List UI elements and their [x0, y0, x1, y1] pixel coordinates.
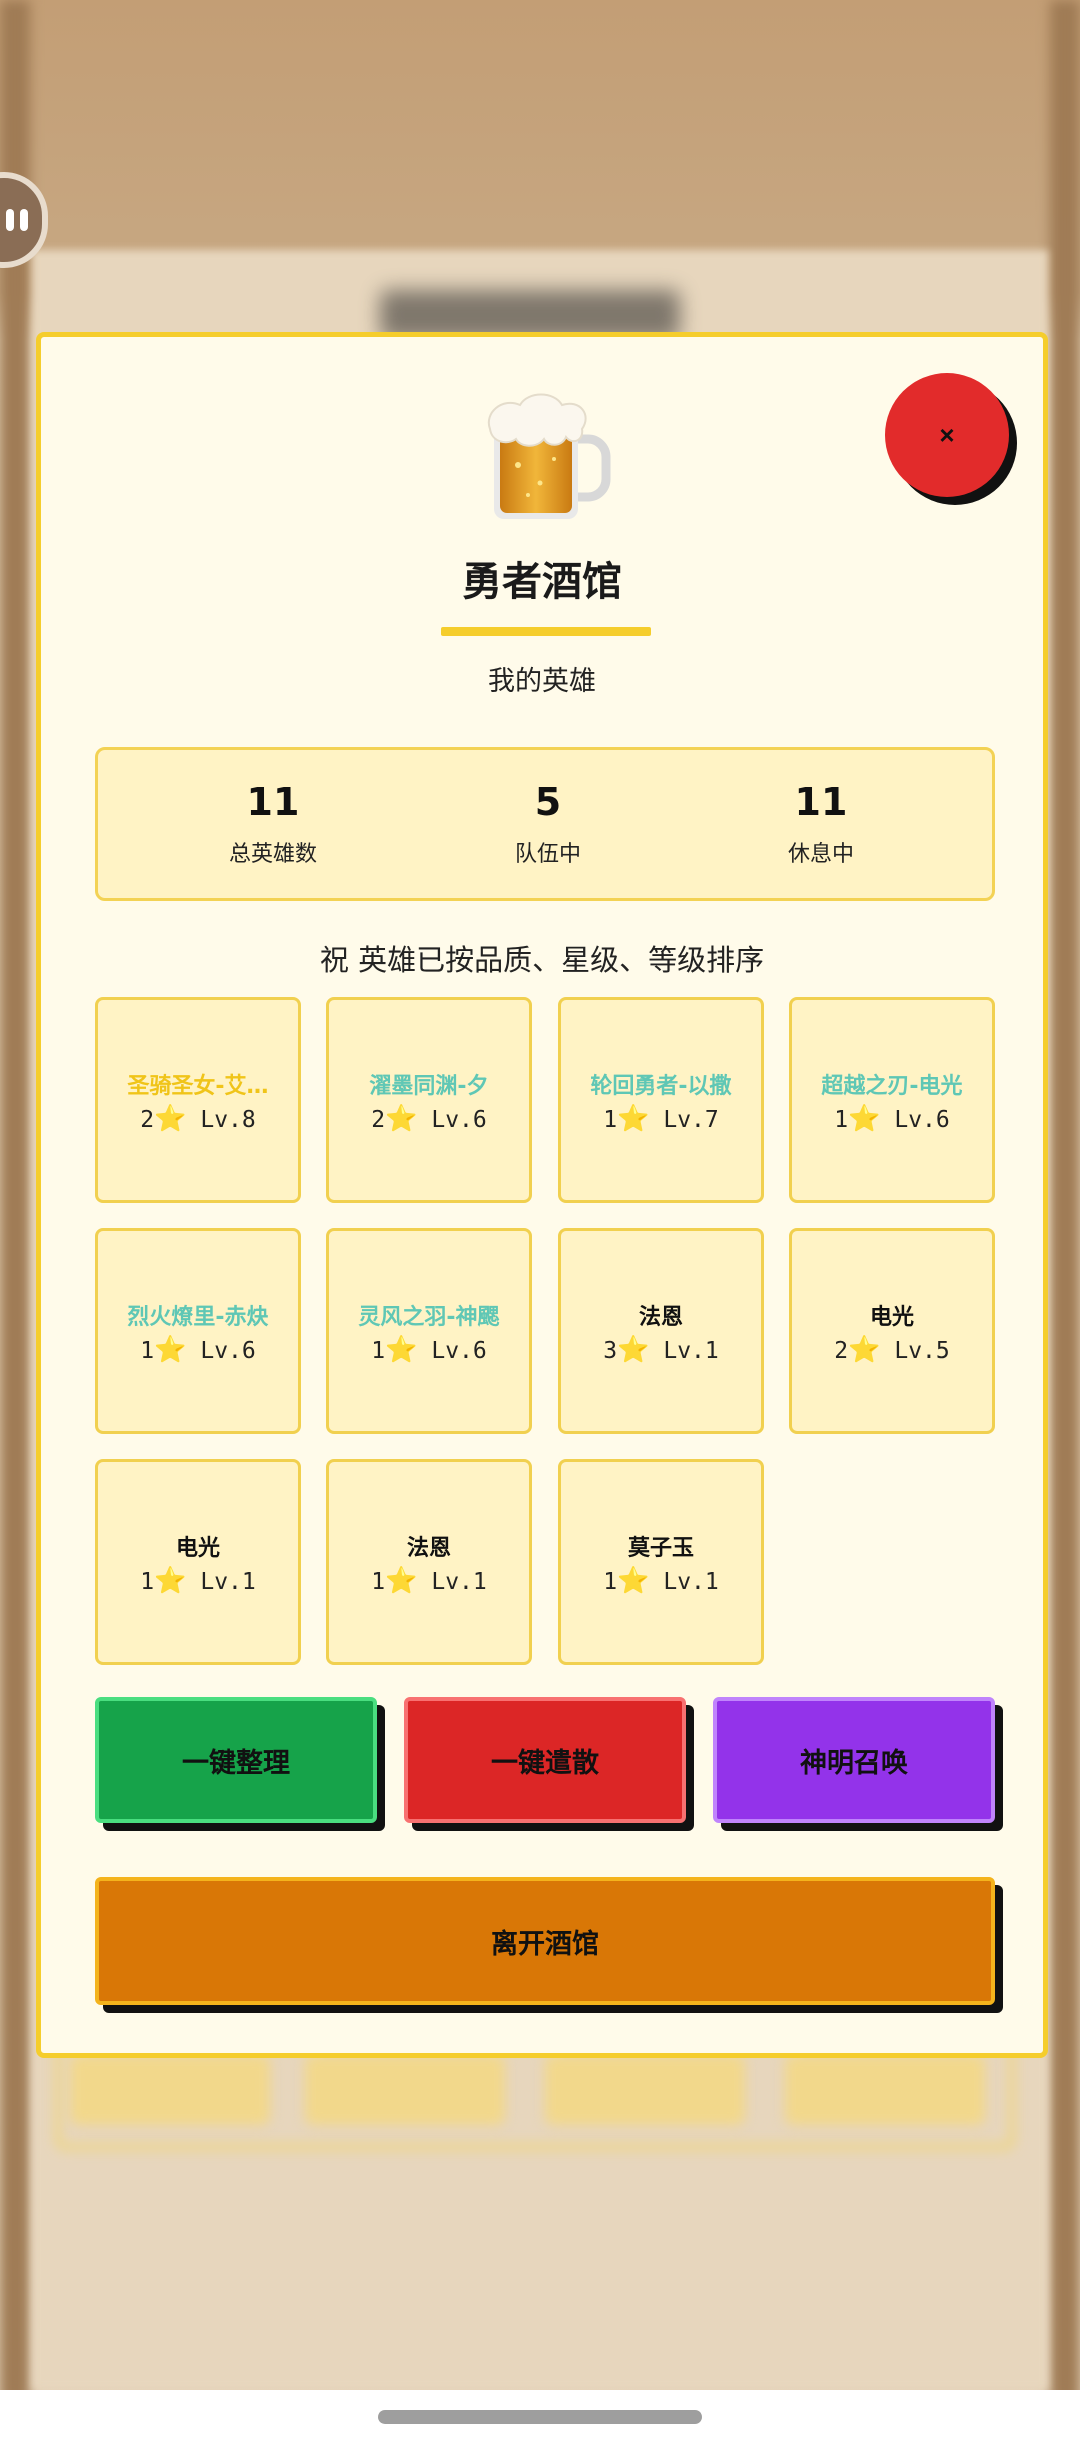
star-icon: ⭐ [385, 1104, 418, 1134]
hero-star-count: 2 [834, 1338, 849, 1364]
hero-level: Lv.5 [894, 1338, 950, 1364]
hero-card[interactable]: 电光 2⭐ Lv.5 [789, 1228, 995, 1434]
hero-star-count: 1 [371, 1338, 386, 1364]
hero-level: Lv.1 [200, 1569, 256, 1595]
hero-card[interactable]: 灵风之羽-神颸 1⭐ Lv.6 [326, 1228, 532, 1434]
hero-stars-level: 1⭐ Lv.6 [98, 1335, 298, 1365]
hero-card[interactable]: 电光 1⭐ Lv.1 [95, 1459, 301, 1665]
hero-name: 濯墨同渊-夕 [369, 1074, 489, 1099]
hero-star-count: 1 [371, 1569, 386, 1595]
hero-stars-level: 1⭐ Lv.6 [329, 1335, 529, 1365]
hero-stats-panel: 11 总英雄数 5 队伍中 11 休息中 [95, 747, 995, 901]
hero-stars-level: 2⭐ Lv.6 [329, 1104, 529, 1134]
star-icon: ⭐ [848, 1104, 881, 1134]
hero-level: Lv.6 [894, 1107, 950, 1133]
stat-resting: 11 休息中 [711, 780, 931, 868]
hero-stars-level: 1⭐ Lv.7 [561, 1104, 761, 1134]
hero-level: Lv.6 [200, 1338, 256, 1364]
hero-stars-level: 2⭐ Lv.5 [792, 1335, 992, 1365]
background-card [785, 2055, 985, 2125]
stat-label: 总英雄数 [228, 842, 317, 867]
hero-name: 法恩 [638, 1305, 683, 1330]
hero-star-count: 2 [140, 1107, 155, 1133]
hero-level: Lv.6 [431, 1338, 487, 1364]
background-card [70, 2055, 270, 2125]
hero-level: Lv.6 [431, 1107, 487, 1133]
hero-stars-level: 1⭐ Lv.1 [98, 1566, 298, 1596]
modal-subtitle: 我的英雄 [488, 666, 596, 697]
stat-value: 5 [534, 780, 562, 824]
hero-star-count: 1 [603, 1569, 618, 1595]
hero-star-count: 1 [140, 1338, 155, 1364]
star-icon: ⭐ [617, 1104, 650, 1134]
hero-card[interactable]: 法恩 3⭐ Lv.1 [558, 1228, 764, 1434]
hero-name: 灵风之羽-神颸 [358, 1305, 500, 1330]
hero-stars-level: 1⭐ Lv.1 [561, 1566, 761, 1596]
hero-stars-level: 2⭐ Lv.8 [98, 1104, 298, 1134]
stat-in-team: 5 队伍中 [438, 780, 658, 868]
hero-card[interactable]: 莫子玉 1⭐ Lv.1 [558, 1459, 764, 1665]
hero-card[interactable]: 圣骑圣女-艾… 2⭐ Lv.8 [95, 997, 301, 1203]
background-wall-right [1050, 0, 1080, 2438]
stat-value: 11 [246, 780, 300, 824]
background-card [305, 2055, 505, 2125]
home-indicator[interactable] [378, 2410, 702, 2424]
close-button[interactable]: × [885, 373, 1009, 497]
sort-note: 祝 英雄已按品质、星级、等级排序 [319, 943, 765, 977]
title-underline [441, 627, 651, 636]
hero-name: 轮回勇者-以撒 [590, 1074, 732, 1099]
star-icon: ⭐ [617, 1566, 650, 1596]
hero-level: Lv.1 [431, 1569, 487, 1595]
pause-icon [20, 209, 28, 231]
hero-stars-level: 1⭐ Lv.1 [329, 1566, 529, 1596]
hero-card[interactable]: 法恩 1⭐ Lv.1 [326, 1459, 532, 1665]
hero-star-count: 1 [834, 1107, 849, 1133]
background-card [545, 2055, 745, 2125]
stat-total-heroes: 11 总英雄数 [163, 780, 383, 868]
star-icon: ⭐ [385, 1335, 418, 1365]
hero-level: Lv.1 [663, 1569, 719, 1595]
hero-star-count: 3 [603, 1338, 618, 1364]
hero-name: 电光 [175, 1536, 220, 1561]
system-nav-bar [0, 2390, 1080, 2438]
background-wall-left [0, 0, 30, 2438]
hero-star-count: 1 [603, 1107, 618, 1133]
hero-name: 圣骑圣女-艾… [127, 1074, 269, 1099]
pause-icon [6, 209, 14, 231]
hero-name: 法恩 [406, 1536, 451, 1561]
beer-mug-icon [487, 393, 611, 519]
hero-star-count: 2 [371, 1107, 386, 1133]
hero-level: Lv.1 [663, 1338, 719, 1364]
hero-card[interactable]: 超越之刃-电光 1⭐ Lv.6 [789, 997, 995, 1203]
star-icon: ⭐ [617, 1335, 650, 1365]
hero-name: 莫子玉 [627, 1536, 694, 1561]
hero-name: 电光 [869, 1305, 914, 1330]
auto-organize-button[interactable]: 一键整理 [95, 1697, 377, 1823]
stat-value: 11 [794, 780, 848, 824]
hero-stars-level: 3⭐ Lv.1 [561, 1335, 761, 1365]
star-icon: ⭐ [848, 1335, 881, 1365]
hero-name: 超越之刃-电光 [821, 1074, 963, 1099]
auto-dismiss-button[interactable]: 一键遣散 [404, 1697, 686, 1823]
hero-card[interactable]: 轮回勇者-以撒 1⭐ Lv.7 [558, 997, 764, 1203]
hero-card[interactable]: 濯墨同渊-夕 2⭐ Lv.6 [326, 997, 532, 1203]
stat-label: 队伍中 [514, 842, 581, 867]
hero-card[interactable]: 烈火燎里-赤炔 1⭐ Lv.6 [95, 1228, 301, 1434]
modal-title: 勇者酒馆 [462, 559, 622, 605]
stat-label: 休息中 [787, 842, 854, 867]
hero-level: Lv.7 [663, 1107, 719, 1133]
star-icon: ⭐ [385, 1566, 418, 1596]
divine-summon-button[interactable]: 神明召唤 [713, 1697, 995, 1823]
leave-tavern-button[interactable]: 离开酒馆 [95, 1877, 995, 2005]
star-icon: ⭐ [154, 1566, 187, 1596]
star-icon: ⭐ [154, 1104, 187, 1134]
star-icon: ⭐ [154, 1335, 187, 1365]
hero-star-count: 1 [140, 1569, 155, 1595]
hero-level: Lv.8 [200, 1107, 256, 1133]
tavern-modal: × 勇者酒馆 我的英雄 11 总英雄数 5 队伍中 11 休息中 祝 英雄已按品… [36, 332, 1048, 2058]
hero-name: 烈火燎里-赤炔 [127, 1305, 269, 1330]
hero-stars-level: 1⭐ Lv.6 [792, 1104, 992, 1134]
